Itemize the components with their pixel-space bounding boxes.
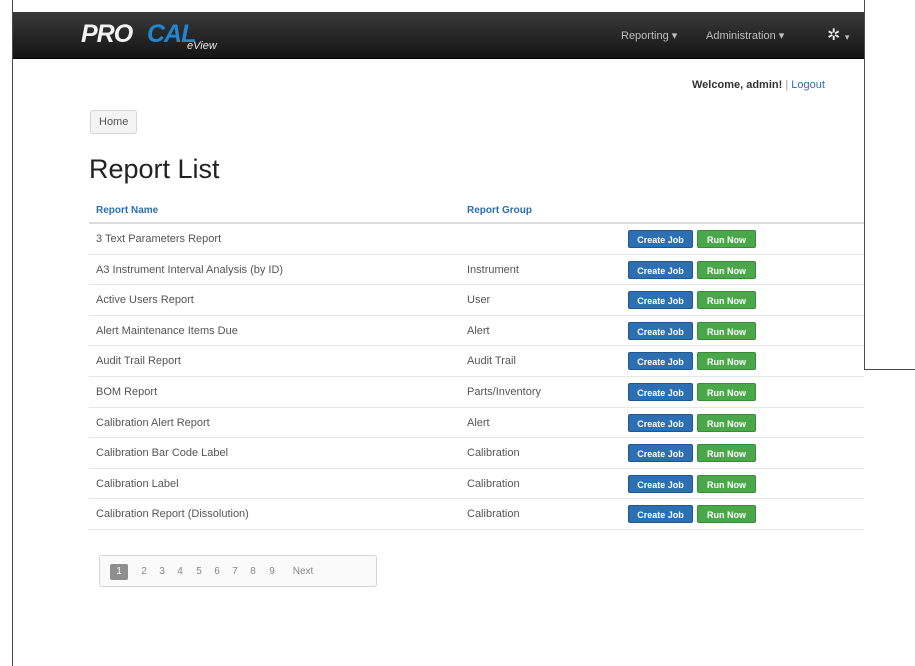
report-name-cell: Active Users Report: [96, 294, 194, 307]
table-row: Alert Maintenance Items Due Alert Create J…: [89, 316, 864, 347]
navbar: PRO CAL eView Reporting ▾ Administration…: [13, 12, 864, 59]
settings-menu[interactable]: ✲ ▾: [827, 25, 849, 45]
page-4-link[interactable]: 4: [174, 564, 186, 580]
create-job-button[interactable]: Create Job: [628, 321, 693, 340]
run-now-button[interactable]: Run Now: [697, 413, 756, 432]
run-now-button[interactable]: Run Now: [697, 505, 756, 524]
table-row: Calibration Alert Report Alert Create Job R…: [89, 408, 864, 439]
report-name-cell: Calibration Label: [96, 477, 179, 490]
logo-eview-text: eView: [187, 40, 217, 52]
welcome-text: Welcome, admin!: [692, 79, 783, 91]
report-group-cell: Calibration: [467, 508, 520, 521]
create-job-button[interactable]: Create Job: [628, 230, 693, 248]
page-3-link[interactable]: 3: [156, 564, 168, 580]
welcome-line: Welcome, admin! | Logout: [692, 79, 825, 91]
next-page-link[interactable]: Next: [288, 564, 318, 580]
run-now-button[interactable]: Run Now: [697, 230, 756, 248]
table-row: 3 Text Parameters Report Create Job Run No…: [89, 224, 864, 255]
logout-link[interactable]: Logout: [791, 79, 825, 91]
frame-right-connector: [864, 369, 915, 370]
administration-menu[interactable]: Administration ▾: [706, 29, 784, 42]
frame-right-line: [864, 0, 865, 370]
report-group-cell: Alert: [467, 416, 490, 429]
create-job-button[interactable]: Create Job: [628, 260, 693, 279]
table-row: Calibration Label Calibration Create Job Ru…: [89, 469, 864, 500]
report-name-cell: Calibration Report (Dissolution): [96, 508, 249, 521]
create-job-button[interactable]: Create Job: [628, 413, 693, 432]
table-row: Calibration Report (Dissolution) Calibrat…: [89, 499, 864, 530]
report-group-cell: Audit Trail: [467, 355, 516, 368]
create-job-button[interactable]: Create Job: [628, 505, 693, 524]
run-now-button[interactable]: Run Now: [697, 260, 756, 279]
page-1-link[interactable]: 1: [110, 564, 128, 580]
page-7-link[interactable]: 7: [229, 564, 241, 580]
table-row: BOM Report Parts/Inventory Create Job Run N…: [89, 377, 864, 408]
run-now-button[interactable]: Run Now: [697, 474, 756, 493]
report-group-cell: Instrument: [467, 263, 519, 276]
table-row: Calibration Bar Code Label Calibration Cre…: [89, 438, 864, 469]
report-group-cell: Parts/Inventory: [467, 385, 541, 398]
page-5-link[interactable]: 5: [193, 564, 205, 580]
report-group-cell: User: [467, 294, 491, 307]
report-name-cell: Calibration Bar Code Label: [96, 447, 229, 460]
run-now-button[interactable]: Run Now: [697, 382, 756, 401]
gear-icon: ✲: [827, 27, 841, 44]
report-name-cell: Calibration Alert Report: [96, 416, 210, 429]
table-body: 3 Text Parameters Report Create Job Run No…: [89, 224, 864, 530]
report-group-cell: Calibration: [467, 477, 520, 490]
run-now-button[interactable]: Run Now: [697, 444, 756, 463]
run-now-button[interactable]: Run Now: [697, 291, 756, 310]
create-job-button[interactable]: Create Job: [628, 352, 693, 371]
table-header: Report Name Report Group: [89, 197, 864, 224]
report-group-cell: Alert: [467, 324, 490, 337]
pagination: 1 2 3 4 5 6 7 8 9 Next: [99, 555, 377, 587]
page-9-link[interactable]: 9: [266, 564, 278, 580]
report-table: Report Name Report Group 3 Text Paramete…: [89, 197, 864, 530]
column-header-report-group[interactable]: Report Group: [467, 205, 532, 216]
table-row: Audit Trail Report Audit Trail Create Job R…: [89, 346, 864, 377]
page-8-link[interactable]: 8: [247, 564, 259, 580]
breadcrumb-home[interactable]: Home: [90, 110, 138, 134]
create-job-button[interactable]: Create Job: [628, 474, 693, 493]
logo-pro-text: PRO: [81, 20, 133, 48]
create-job-button[interactable]: Create Job: [628, 444, 693, 463]
page-title: Report List: [89, 154, 220, 184]
report-name-cell: 3 Text Parameters Report: [96, 233, 222, 245]
create-job-button[interactable]: Create Job: [628, 382, 693, 401]
page-2-link[interactable]: 2: [138, 564, 150, 580]
run-now-button[interactable]: Run Now: [697, 321, 756, 340]
report-name-cell: Audit Trail Report: [96, 355, 181, 368]
report-name-cell: A3 Instrument Interval Analysis (by ID): [96, 263, 284, 276]
table-row: Active Users Report User Create Job Run Now: [89, 285, 864, 316]
report-name-cell: BOM Report: [96, 385, 158, 398]
column-header-report-name[interactable]: Report Name: [96, 205, 158, 216]
frame-left-line: [12, 0, 13, 666]
page-6-link[interactable]: 6: [211, 564, 223, 580]
chevron-down-icon: ▾: [844, 32, 850, 42]
create-job-button[interactable]: Create Job: [628, 291, 693, 310]
reporting-menu[interactable]: Reporting ▾: [621, 29, 677, 42]
table-row: A3 Instrument Interval Analysis (by ID) I…: [89, 255, 864, 286]
welcome-separator: |: [785, 79, 789, 91]
report-group-cell: Calibration: [467, 447, 520, 460]
report-name-cell: Alert Maintenance Items Due: [96, 324, 238, 337]
run-now-button[interactable]: Run Now: [697, 352, 756, 371]
